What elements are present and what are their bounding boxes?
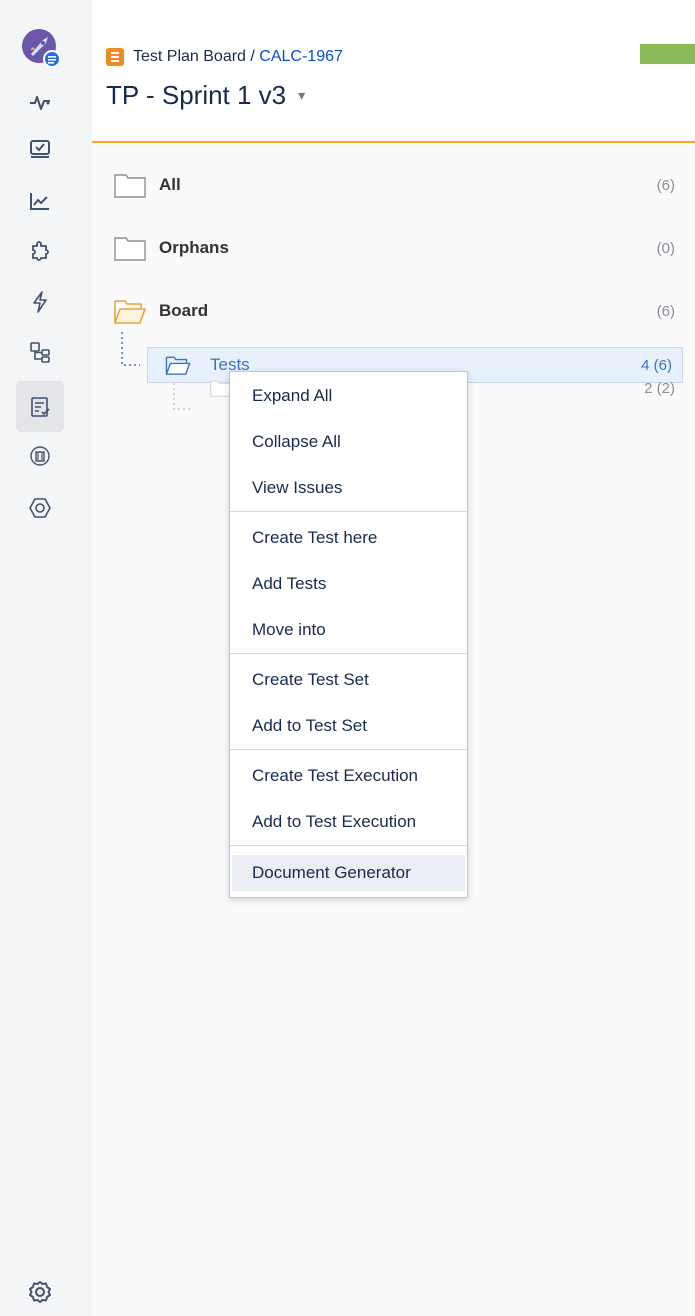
sidebar bbox=[0, 0, 92, 1316]
menu-item-collapse-all[interactable]: Collapse All bbox=[230, 425, 467, 459]
context-menu: Expand All Collapse All View Issues Crea… bbox=[229, 371, 468, 898]
menu-divider bbox=[230, 845, 467, 846]
tree-icon[interactable] bbox=[24, 336, 56, 368]
tree-item-count: (0) bbox=[656, 239, 675, 257]
breadcrumb-project[interactable]: Test Plan Board bbox=[133, 48, 246, 66]
hexagon-icon[interactable] bbox=[24, 492, 56, 524]
test-list-icon[interactable] bbox=[24, 391, 56, 423]
menu-item-add-tests[interactable]: Add Tests bbox=[230, 567, 467, 601]
lightning-icon[interactable] bbox=[24, 286, 56, 318]
project-avatar[interactable] bbox=[21, 28, 61, 68]
tree-item-orphans[interactable]: Orphans (0) bbox=[92, 231, 695, 265]
breadcrumb: Test Plan Board / CALC-1967 bbox=[106, 46, 343, 68]
archive-icon[interactable] bbox=[24, 440, 56, 472]
puzzle-icon[interactable] bbox=[24, 236, 56, 268]
board-icon[interactable] bbox=[24, 134, 56, 166]
tree-item-all[interactable]: All (6) bbox=[92, 168, 695, 202]
folder-icon bbox=[114, 174, 146, 198]
folder-open-icon bbox=[114, 300, 146, 324]
tree-item-board[interactable]: Board (6) bbox=[92, 294, 695, 328]
menu-divider bbox=[230, 749, 467, 750]
chevron-down-icon[interactable]: ▾ bbox=[298, 87, 305, 104]
menu-divider bbox=[230, 653, 467, 654]
tree-connector bbox=[121, 332, 140, 366]
status-bar bbox=[640, 44, 695, 64]
menu-item-create-test-here[interactable]: Create Test here bbox=[230, 521, 467, 555]
pulse-icon[interactable] bbox=[24, 86, 56, 118]
page-title[interactable]: TP - Sprint 1 v3 ▾ bbox=[106, 80, 305, 111]
folder-icon bbox=[114, 237, 146, 261]
menu-item-expand-all[interactable]: Expand All bbox=[230, 379, 467, 413]
menu-item-add-to-test-set[interactable]: Add to Test Set bbox=[230, 709, 467, 743]
tree-item-label: All bbox=[159, 175, 181, 194]
menu-item-create-test-execution[interactable]: Create Test Execution bbox=[230, 759, 467, 793]
page-header: Test Plan Board / CALC-1967 TP - Sprint … bbox=[92, 0, 695, 143]
menu-item-move-into[interactable]: Move into bbox=[230, 613, 467, 647]
tree-item-count: (6) bbox=[656, 302, 675, 320]
page-title-text: TP - Sprint 1 v3 bbox=[106, 80, 287, 110]
tree-item-label: Board bbox=[159, 301, 209, 320]
settings-gear-icon[interactable] bbox=[24, 1276, 56, 1308]
menu-divider bbox=[230, 511, 467, 512]
chart-icon[interactable] bbox=[24, 185, 56, 217]
menu-item-create-test-set[interactable]: Create Test Set bbox=[230, 663, 467, 697]
breadcrumb-issue-key[interactable]: CALC-1967 bbox=[259, 48, 343, 66]
menu-item-add-to-test-execution[interactable]: Add to Test Execution bbox=[230, 805, 467, 839]
rocket-avatar-icon bbox=[22, 29, 61, 68]
tree-item-label: Orphans bbox=[159, 238, 229, 257]
menu-item-document-generator[interactable]: Document Generator bbox=[232, 855, 465, 891]
menu-item-view-issues[interactable]: View Issues bbox=[230, 471, 467, 505]
tree-item-count: (6) bbox=[656, 176, 675, 194]
test-plan-icon bbox=[106, 48, 124, 66]
tree-item-count: 2 (2) bbox=[644, 379, 675, 397]
breadcrumb-separator: / bbox=[245, 48, 260, 65]
